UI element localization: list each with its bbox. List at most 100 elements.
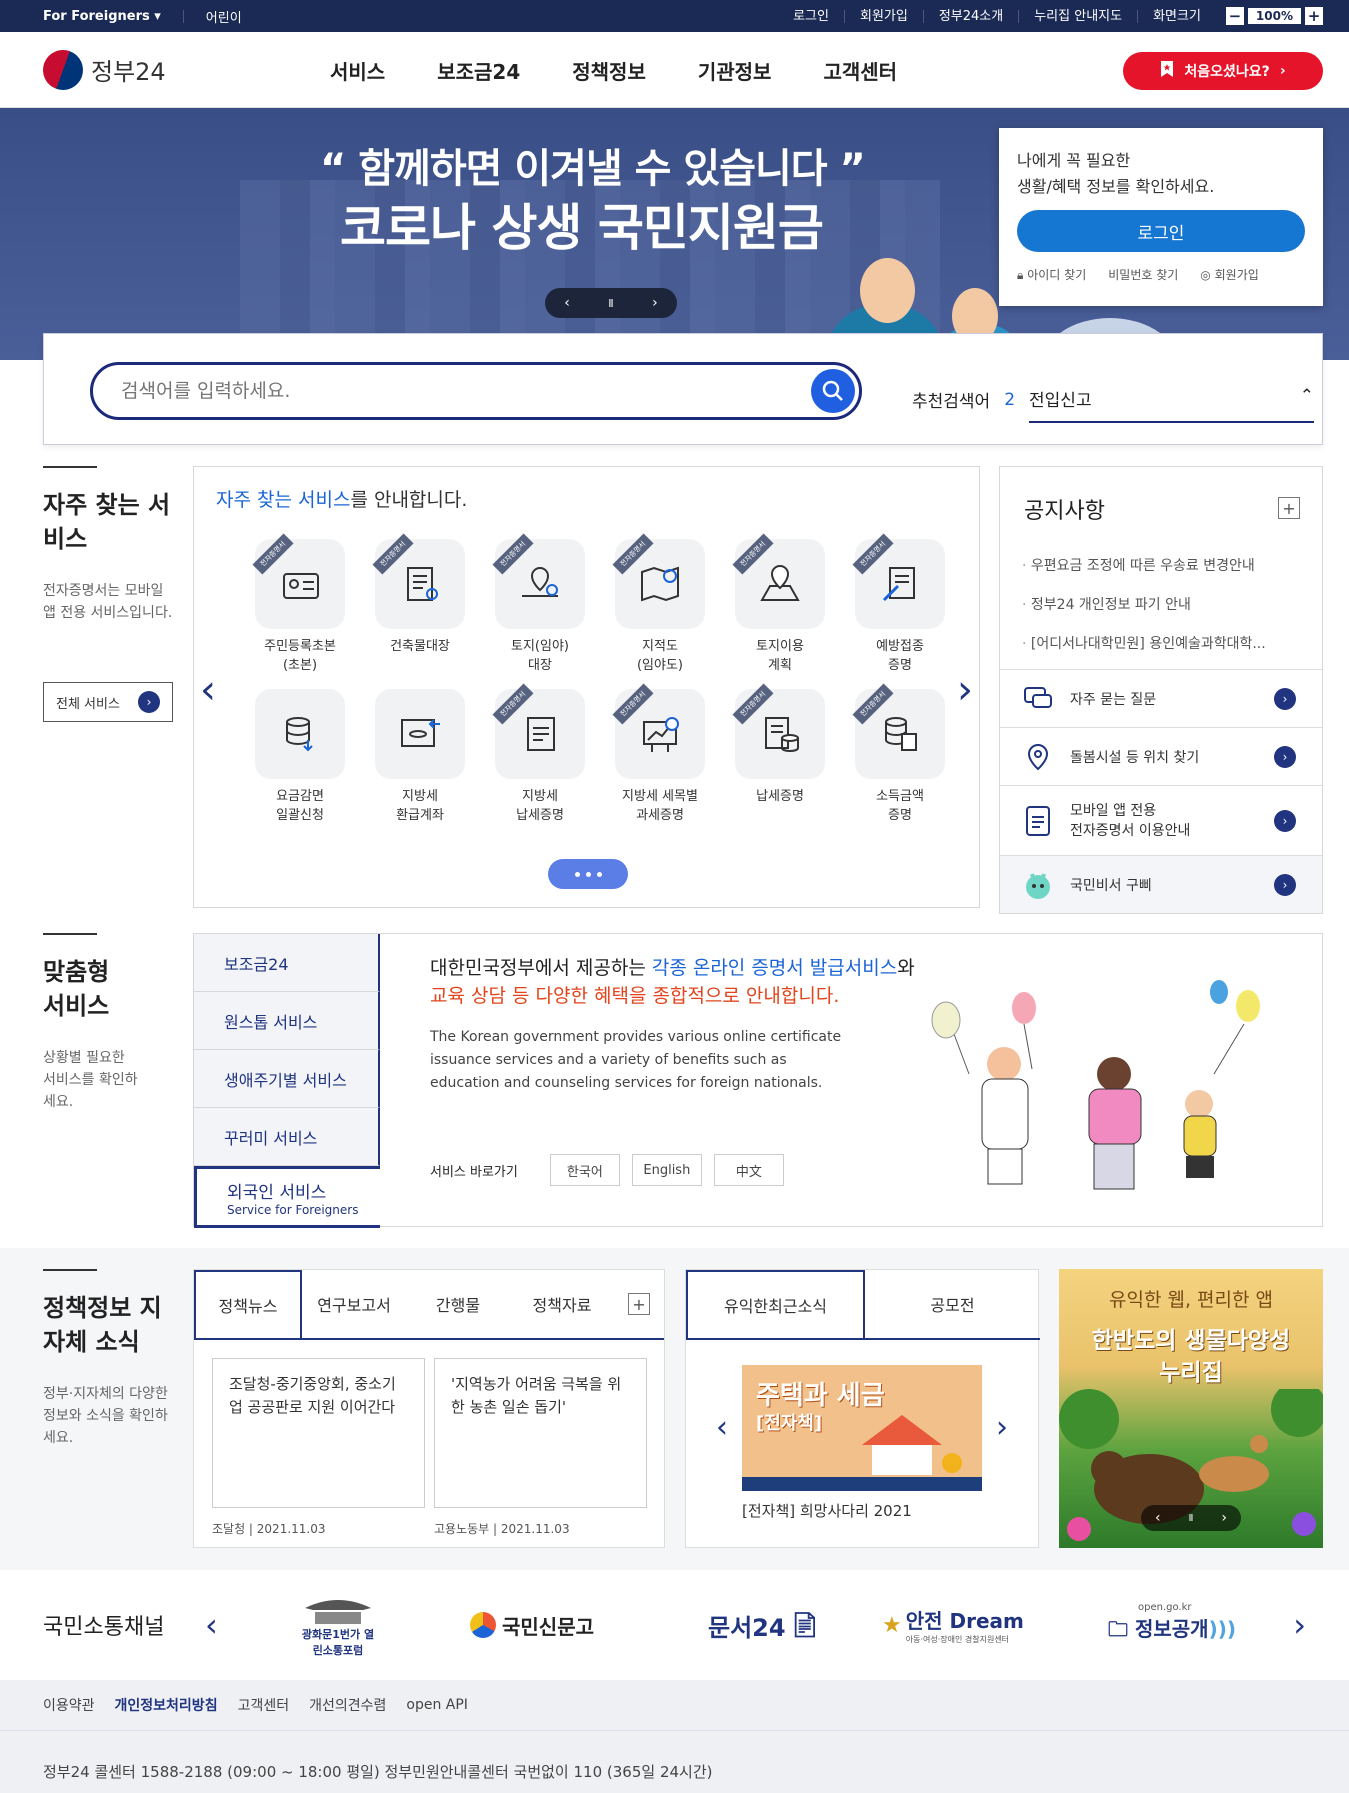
news-card[interactable]: 조달청-중기중앙회, 중소기업 공공판로 지원 이어간다 xyxy=(212,1358,425,1508)
safe-dream-logo[interactable]: ★ 안전 Dream 아동·여성·장애인 경찰지원센터 xyxy=(882,1605,1024,1645)
tab-contest[interactable]: 공모전 xyxy=(865,1270,1040,1338)
prev-slide-button[interactable]: ‹ xyxy=(564,295,570,311)
all-services-button[interactable]: 전체 서비스 › xyxy=(43,682,173,722)
prev-news-arrow[interactable]: ‹ xyxy=(716,1410,728,1445)
notice-item[interactable]: [어디서나대학민원] 용인예술과학대학... xyxy=(1022,625,1266,664)
info-disclosure-logo[interactable]: open.go.kr 🗀︎ 정보공개))) xyxy=(1108,1602,1236,1649)
join-link[interactable]: ◎ 회원가입 xyxy=(1200,266,1258,283)
tab-policy-data[interactable]: 정책자료 xyxy=(510,1270,614,1338)
zoom-out-button[interactable]: − xyxy=(1225,7,1244,25)
join-link[interactable]: 회원가입 xyxy=(843,9,923,23)
service-item[interactable]: 전자증명서 납세증명 xyxy=(720,683,840,827)
chevron-up-icon[interactable]: ⌃ xyxy=(1300,386,1314,411)
service-item[interactable]: 전자증명서 토지이용 계획 xyxy=(720,533,840,677)
kids-link[interactable]: 어린이 xyxy=(206,7,242,26)
first-visit-button[interactable]: 처음오셨나요? › xyxy=(1123,52,1323,90)
news-caption[interactable]: [전자책] 희망사다리 2021 xyxy=(742,1500,912,1521)
foreigners-menu[interactable]: For Foreigners ▾ xyxy=(43,9,161,24)
pause-button[interactable]: Ⅱ xyxy=(608,297,613,310)
next-channel-arrow[interactable]: › xyxy=(1293,1606,1306,1644)
user-icon: ◎ xyxy=(1200,268,1211,282)
fee-reduction-icon xyxy=(255,689,345,779)
gubbi-link[interactable]: 국민비서 구삐 › xyxy=(1000,855,1322,913)
munseo24-logo[interactable]: 문서24 📄︎ xyxy=(708,1608,820,1643)
open-api-link[interactable]: open API xyxy=(406,1697,468,1713)
care-location-link[interactable]: 돌봄시설 등 위치 찾기 › xyxy=(1000,727,1322,785)
service-item[interactable]: 전자증명서 소득금액 증명 xyxy=(840,683,960,827)
lang-english-button[interactable]: English xyxy=(631,1154,702,1186)
land-use-icon: 전자증명서 xyxy=(732,533,825,629)
lang-korean-button[interactable]: 한국어 xyxy=(549,1154,620,1186)
biodiversity-banner[interactable]: 유익한 웹, 편리한 앱 한반도의 생물다양성 누리집 ‹ Ⅱ › xyxy=(1059,1269,1323,1548)
tab-policy-news[interactable]: 정책뉴스 xyxy=(194,1270,302,1338)
notice-more-button[interactable]: + xyxy=(1278,497,1300,519)
tab-foreigners[interactable]: 외국인 서비스 Service for Foreigners xyxy=(194,1166,380,1228)
prev-channel-arrow[interactable]: ‹ xyxy=(205,1606,218,1644)
lock-icon: 🔒︎ xyxy=(1017,268,1024,282)
tab-lifecycle[interactable]: 생애주기별 서비스 xyxy=(194,1050,380,1108)
policy-more-button[interactable]: + xyxy=(614,1270,664,1338)
tab-subsidy24[interactable]: 보조금24 xyxy=(194,934,380,992)
next-services-arrow[interactable]: › xyxy=(957,667,973,713)
notice-item[interactable]: 정부24 개인정보 파기 안내 xyxy=(1022,586,1266,625)
nav-policy[interactable]: 정책정보 xyxy=(572,56,646,85)
service-item[interactable]: 전자증명서 건축물대장 xyxy=(360,533,480,677)
service-item[interactable]: 전자증명서 지적도 (임야도) xyxy=(600,533,720,677)
news-card[interactable]: '지역농가 어려움 극복을 위한 농촌 일손 돕기' xyxy=(434,1358,647,1508)
terms-link[interactable]: 이용약관 xyxy=(43,1695,95,1715)
zoom-in-button[interactable]: + xyxy=(1305,7,1323,25)
notice-item[interactable]: 우편요금 조정에 따른 우송료 변경안내 xyxy=(1022,547,1266,586)
next-news-arrow[interactable]: › xyxy=(996,1410,1008,1445)
service-item[interactable]: 전자증명서 예방접종 증명 xyxy=(840,533,960,677)
next-slide-button[interactable]: › xyxy=(652,295,658,311)
find-id-link[interactable]: 🔒︎ 아이디 찾기 xyxy=(1017,266,1086,283)
sinmungo-logo[interactable]: 국민신문고 xyxy=(470,1611,594,1640)
footer-callcenter: 정부24 콜센터 1588-2188 (09:00 ~ 18:00 평일) 정부… xyxy=(0,1730,1349,1793)
sitemap-link[interactable]: 누리집 안내지도 xyxy=(1018,9,1137,23)
nav-subsidy24[interactable]: 보조금24 xyxy=(437,56,520,85)
service-item[interactable]: 지방세 환급계좌 xyxy=(360,689,480,827)
service-item[interactable]: 요금감면 일괄신청 xyxy=(240,689,360,827)
service-item[interactable]: 전자증명서 지방세 세목별 과세증명 xyxy=(600,683,720,827)
lang-chinese-button[interactable]: 中文 xyxy=(713,1154,784,1186)
search-input[interactable] xyxy=(121,365,801,417)
service-item[interactable]: 전자증명서 토지(임야) 대장 xyxy=(480,533,600,677)
service-item[interactable]: 전자증명서 주민등록초본 (초본) xyxy=(240,533,360,677)
privacy-link[interactable]: 개인정보처리방침 xyxy=(115,1695,218,1715)
login-button[interactable]: 로그인 xyxy=(1017,210,1305,252)
recommended-keyword[interactable]: 전입신고 ⌃ xyxy=(1029,376,1315,423)
service-item[interactable]: 전자증명서 지방세 납세증명 xyxy=(480,683,600,827)
service-label: 지방세 세목별 과세증명 xyxy=(622,789,698,823)
faq-link[interactable]: 자주 묻는 질문 › xyxy=(1000,669,1322,727)
pause-button[interactable]: Ⅱ xyxy=(1189,1513,1194,1524)
tab-recent-news[interactable]: 유익한최근소식 xyxy=(686,1270,865,1338)
find-password-link[interactable]: 비밀번호 찾기 xyxy=(1108,266,1178,283)
nav-agency[interactable]: 기관정보 xyxy=(698,56,772,85)
next-banner-button[interactable]: › xyxy=(1221,1510,1227,1526)
intro-link[interactable]: 정부24소개 xyxy=(922,9,1018,23)
login-box-line2: 생활/혜택 정보를 확인하세요. xyxy=(1017,177,1215,196)
prev-banner-button[interactable]: ‹ xyxy=(1155,1510,1161,1526)
tab-publication[interactable]: 간행물 xyxy=(406,1270,510,1338)
tab-onestop[interactable]: 원스톱 서비스 xyxy=(194,992,380,1050)
service-grid: 전자증명서 주민등록초본 (초본) 전자증명서 건축물대장 전자증명서 토지(임야) 대장… xyxy=(240,533,960,827)
arrow-right-icon: › xyxy=(1274,745,1296,768)
prev-services-arrow[interactable]: ‹ xyxy=(200,667,216,713)
recommended-number: 2 xyxy=(1004,389,1016,410)
nav-customer[interactable]: 고객센터 xyxy=(823,56,897,85)
nav-service[interactable]: 서비스 xyxy=(330,56,385,85)
tab-package[interactable]: 꾸러미 서비스 xyxy=(194,1108,380,1166)
customer-center-link[interactable]: 고객센터 xyxy=(238,1695,290,1715)
pagination-dots[interactable] xyxy=(548,859,628,889)
forum-logo[interactable]: 광화문1번가 열린소통포럼 xyxy=(298,1592,378,1658)
chevron-right-icon: › xyxy=(1279,63,1286,79)
utility-bar: For Foreigners ▾ 어린이 로그인 회원가입 정부24소개 누리집… xyxy=(0,0,1349,32)
mobile-cert-link[interactable]: 모바일 앱 전용 전자증명서 이용안내 › xyxy=(1000,785,1322,855)
search-button[interactable] xyxy=(811,369,855,413)
tab-research[interactable]: 연구보고서 xyxy=(302,1270,406,1338)
news-thumbnail[interactable]: 주택과 세금 [전자책] xyxy=(742,1365,982,1491)
site-logo[interactable]: 정부24 xyxy=(37,43,166,96)
feedback-link[interactable]: 개선의견수렴 xyxy=(309,1695,386,1715)
login-link[interactable]: 로그인 xyxy=(778,10,844,23)
arrow-right-icon: › xyxy=(1274,687,1296,710)
